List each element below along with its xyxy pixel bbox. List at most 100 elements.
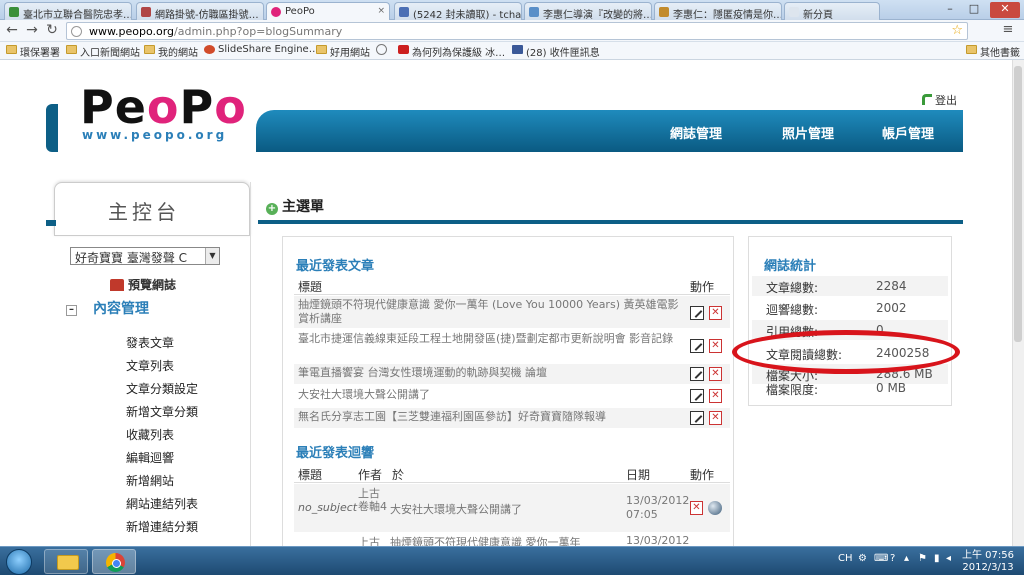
content-management-header[interactable]: – 內容管理 — [66, 298, 149, 318]
scrollbar-thumb[interactable] — [1014, 66, 1022, 342]
nav-photo-management[interactable]: 照片管理 — [782, 123, 834, 142]
browser-tab-6[interactable]: 李惠仁：隱匿疫情是你… — [654, 2, 782, 20]
edit-icon[interactable] — [690, 411, 704, 425]
main-menu-label: 主選單 — [282, 199, 324, 215]
collapse-icon[interactable]: – — [66, 305, 77, 316]
delete-icon[interactable]: ✕ — [709, 306, 722, 320]
browser-toolbar: ← → ↻ www.peopo.org/admin.php?op=blogSum… — [0, 20, 1024, 42]
peopo-logo[interactable]: PeoPo — [80, 84, 247, 130]
bookmark-folder[interactable]: 入口新聞網站 — [66, 44, 140, 59]
edit-icon[interactable] — [690, 339, 704, 353]
hospital-favicon-icon — [9, 7, 19, 17]
stat-value-comments: 2002 — [876, 301, 907, 315]
hospital-favicon-icon — [141, 7, 151, 17]
plus-circle-icon: + — [266, 203, 278, 215]
bookmark-facebook[interactable]: (28) 收件匣訊息 — [512, 44, 600, 59]
tab-label: 臺北市立聯合醫院忠孝… — [23, 10, 132, 20]
bookmark-folder[interactable]: 我的網站 — [144, 44, 198, 59]
browser-tab-4[interactable]: (5242 封未讀取) - tcha… — [394, 2, 522, 20]
flag-icon[interactable]: ⚑ — [918, 553, 927, 564]
tab-label: PeoPo — [285, 6, 315, 17]
ime-icon[interactable]: ⚙ — [858, 553, 867, 564]
comment-post-link[interactable]: 大安社大環境大聲公開講了 — [390, 501, 522, 517]
keyboard-icon[interactable]: ⌨ — [874, 553, 888, 564]
delete-icon[interactable]: ✕ — [709, 339, 722, 353]
blog-select[interactable]: 好奇寶寶 臺灣發聲 C ▼ — [70, 247, 220, 265]
system-clock[interactable]: 上午 07:56 2012/3/13 — [962, 550, 1014, 574]
sidebar-link-site-links[interactable]: 網站連結列表 — [126, 495, 198, 512]
network-icon[interactable]: ▮ — [934, 553, 940, 564]
delete-icon[interactable]: ✕ — [690, 501, 703, 515]
forward-arrow-icon[interactable]: → — [24, 23, 40, 39]
recent-comments-title[interactable]: 最近發表迴響 — [296, 442, 374, 461]
post-title-link[interactable]: 臺北市捷運信義線東延段工程土地開發區(捷)暨劃定都市更新說明會 影音記錄 — [298, 332, 686, 346]
tray-expand-icon[interactable]: ▴ — [904, 553, 909, 564]
edit-icon[interactable] — [690, 389, 704, 403]
close-icon[interactable]: × — [377, 6, 385, 16]
stat-label-comments: 迴響總數: — [766, 303, 819, 317]
nav-account-management[interactable]: 帳戶管理 — [882, 123, 934, 142]
post-title-link[interactable]: 筆電直播饗宴 台灣女性環境運動的軌跡與契機 論壇 — [298, 366, 686, 380]
preview-blog-link[interactable]: 預覽網誌 — [110, 276, 176, 293]
post-title-link[interactable]: 大安社大環境大聲公開講了 — [298, 388, 686, 402]
sidebar-link-new-category[interactable]: 新增文章分類 — [126, 403, 198, 420]
header-accent — [46, 104, 58, 152]
maximize-button[interactable]: □ — [962, 2, 986, 18]
tab-label: 網路掛號-仿職區掛號… — [155, 10, 259, 20]
taskbar-chrome[interactable] — [92, 549, 136, 574]
window-close-button[interactable]: ✕ — [990, 2, 1020, 18]
delete-icon[interactable]: ✕ — [709, 389, 722, 403]
bookmark-folder[interactable]: 環保署署 — [6, 44, 60, 59]
post-title-link[interactable]: 無名氏分享志工園【三芝雙連福利園區參訪】好奇寶寶隨隊報導 — [298, 410, 686, 424]
post-title-link[interactable]: 抽煙鏡頭不符現代健康意識 愛你一萬年 (Love You 10000 Years… — [298, 298, 686, 326]
language-indicator[interactable]: CH — [838, 553, 853, 564]
stat-label-file-limit: 檔案限度: — [766, 383, 819, 397]
minimize-button[interactable]: – — [938, 2, 962, 18]
bookmark-folder[interactable]: 好用網站 — [316, 44, 370, 59]
comment-post-link[interactable]: 抽煙鏡頭不符現代健康意識 愛你一萬年 — [390, 534, 581, 546]
comment-date: 13/03/2012 — [626, 534, 690, 546]
delete-icon[interactable]: ✕ — [709, 367, 722, 381]
bookmark-youtube[interactable]: 為何列為保護級 冰… — [398, 44, 505, 59]
divider — [294, 482, 730, 483]
sidebar-link-category-settings[interactable]: 文章分類設定 — [126, 380, 198, 397]
back-arrow-icon[interactable]: ← — [4, 23, 20, 39]
bookmark-slideshare[interactable]: SlideShare Engine… — [204, 44, 319, 55]
star-icon[interactable]: ☆ — [951, 23, 963, 38]
nav-blog-management[interactable]: 網誌管理 — [670, 123, 722, 142]
sidebar-link-new-link-category[interactable]: 新增連結分類 — [126, 518, 198, 535]
browser-tab-peopo[interactable]: PeoPo × — [266, 2, 390, 21]
address-bar[interactable]: www.peopo.org/admin.php?op=blogSummary ☆ — [66, 22, 968, 40]
sidebar-link-favorites[interactable]: 收藏列表 — [126, 426, 174, 443]
recent-posts-col-title: 標題 — [298, 280, 323, 294]
sidebar-link-new-site[interactable]: 新增網站 — [126, 472, 174, 489]
view-icon[interactable] — [708, 501, 722, 515]
start-button[interactable] — [6, 549, 32, 575]
delete-icon[interactable]: ✕ — [709, 411, 722, 425]
volume-icon[interactable]: ◂ — [946, 553, 951, 564]
comments-col-action: 動作 — [690, 468, 715, 482]
other-bookmarks[interactable]: 其他書籤 — [966, 44, 1020, 59]
page-favicon-icon — [529, 7, 539, 17]
logout-link[interactable]: 登出 — [922, 92, 957, 108]
sidebar-link-post-list[interactable]: 文章列表 — [126, 357, 174, 374]
browser-tab-1[interactable]: 臺北市立聯合醫院忠孝… — [4, 2, 132, 20]
edit-icon[interactable] — [690, 306, 704, 320]
house-icon — [110, 279, 124, 291]
wrench-icon[interactable]: ≡ — [1000, 23, 1016, 39]
edit-icon[interactable] — [690, 367, 704, 381]
bookmark-label: 好用網站 — [330, 48, 370, 59]
browser-tab-5[interactable]: 李惠仁導演『改變的將… — [524, 2, 652, 20]
chrome-icon — [106, 553, 125, 572]
folder-icon — [6, 45, 17, 54]
bookmarks-bar: 環保署署 入口新聞網站 我的網站 SlideShare Engine… 好用網站… — [0, 42, 1024, 60]
taskbar-explorer[interactable] — [44, 549, 88, 574]
help-icon[interactable]: ? — [890, 553, 895, 564]
recent-posts-title[interactable]: 最近發表文章 — [296, 255, 374, 274]
reload-icon[interactable]: ↻ — [44, 23, 60, 39]
sidebar-link-new-post[interactable]: 發表文章 — [126, 334, 174, 351]
browser-tab-2[interactable]: 網路掛號-仿職區掛號… — [136, 2, 264, 20]
sidebar-link-edit-comments[interactable]: 編輯迴響 — [126, 449, 174, 466]
browser-tab-new[interactable]: 新分頁 — [784, 2, 880, 20]
tab-label: 李惠仁：隱匿疫情是你… — [673, 10, 782, 20]
